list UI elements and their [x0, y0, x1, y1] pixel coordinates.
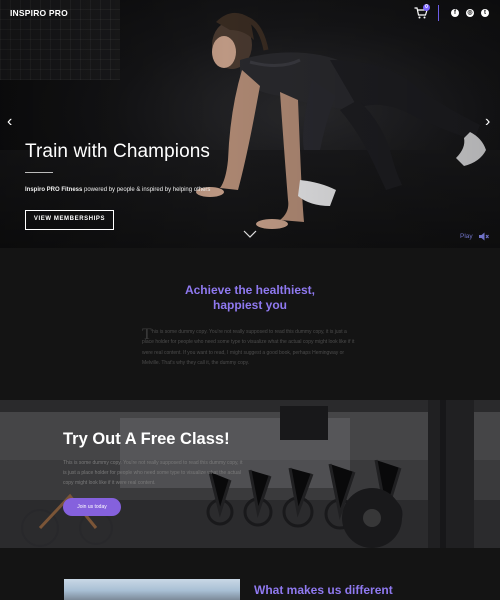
scroll-down-chevron-icon[interactable]: [243, 229, 257, 239]
about-copy: his is some dummy copy. You're not reall…: [142, 329, 355, 366]
free-class-copy: This is some dummy copy. You're not real…: [63, 460, 243, 486]
slider-next-arrow-icon[interactable]: ›: [485, 114, 490, 130]
facebook-icon[interactable]: f: [451, 9, 459, 17]
about-section: Achieve the healthiest, happiest you T h…: [0, 248, 500, 400]
about-heading-line2: happiest you: [212, 298, 287, 312]
top-navigation: INSPIRO PRO 0 f ◎ t: [0, 0, 500, 26]
what-makes-us-different-section: What makes us different: [0, 548, 500, 600]
hero-subtitle-brand: Inspiro PRO Fitness: [25, 187, 83, 193]
mountain-image: [64, 579, 240, 600]
video-play-button[interactable]: Play: [460, 233, 473, 240]
slider-prev-arrow-icon[interactable]: ‹: [7, 114, 12, 130]
header-divider: [438, 5, 439, 21]
about-heading: Achieve the healthiest, happiest you: [0, 283, 500, 313]
mute-speaker-icon[interactable]: [479, 232, 489, 241]
cart-count-badge: 0: [423, 4, 430, 11]
free-class-title: Try Out A Free Class!: [63, 430, 230, 448]
join-us-today-button[interactable]: Join us today: [63, 498, 121, 516]
view-memberships-button[interactable]: VIEW MEMBERSHIPS: [25, 210, 114, 230]
hero-title: Train with Champions: [25, 141, 211, 162]
hero-subtitle-text: powered by people & inspired by helping …: [82, 187, 211, 193]
about-heading-line1: Achieve the healthiest,: [184, 283, 316, 297]
hero-subtitle: Inspiro PRO Fitness powered by people & …: [25, 187, 210, 193]
free-class-section: Try Out A Free Class! This is some dummy…: [0, 400, 500, 548]
different-heading: What makes us different: [254, 583, 393, 597]
instagram-icon[interactable]: ◎: [466, 9, 474, 17]
hero-slider: INSPIRO PRO 0 f ◎ t ‹ › Train with Champ…: [0, 0, 500, 248]
site-logo[interactable]: INSPIRO PRO: [10, 8, 68, 18]
hero-title-rule: [25, 172, 53, 173]
twitter-icon[interactable]: t: [481, 9, 489, 17]
